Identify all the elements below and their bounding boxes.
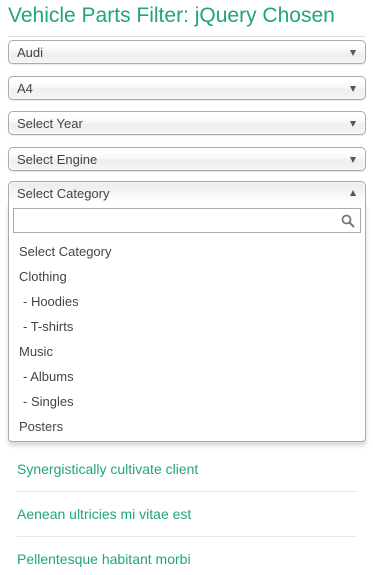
year-select[interactable]: Select Year [8, 111, 366, 135]
page-title: Vehicle Parts Filter: jQuery Chosen [8, 4, 335, 27]
list-item-link[interactable]: Aenean ultricies mi vitae est [17, 506, 191, 522]
chevron-down-icon [350, 86, 356, 92]
chevron-down-icon [350, 121, 356, 127]
model-select-value: A4 [17, 81, 33, 96]
list-divider [17, 491, 357, 492]
list-item-link[interactable]: Synergistically cultivate client [17, 461, 198, 477]
option-posters[interactable]: Posters [9, 414, 365, 439]
make-select-value: Audi [17, 45, 44, 60]
engine-select[interactable]: Select Engine [8, 147, 366, 171]
engine-select-value: Select Engine [17, 152, 98, 167]
option-singles[interactable]: - Singles [9, 389, 365, 414]
category-dropdown: Select Category Clothing - Hoodies - T-s… [8, 203, 366, 442]
title-divider [8, 36, 365, 37]
option-select-category[interactable]: Select Category [9, 239, 365, 264]
option-hoodies[interactable]: - Hoodies [9, 289, 365, 314]
option-clothing[interactable]: Clothing [9, 264, 365, 289]
category-options-list: Select Category Clothing - Hoodies - T-s… [9, 239, 365, 439]
chevron-down-icon [350, 157, 356, 163]
chevron-up-icon [350, 190, 356, 196]
category-select-value: Select Category [17, 186, 110, 201]
option-albums[interactable]: - Albums [9, 364, 365, 389]
category-search-input[interactable] [14, 209, 360, 232]
search-icon [341, 214, 355, 228]
model-select[interactable]: A4 [8, 76, 366, 100]
year-select-value: Select Year [17, 116, 83, 131]
list-divider [17, 536, 357, 537]
option-t-shirts[interactable]: - T-shirts [9, 314, 365, 339]
category-search-box[interactable] [13, 208, 361, 233]
list-item-link[interactable]: Pellentesque habitant morbi [17, 551, 191, 567]
option-music[interactable]: Music [9, 339, 365, 364]
make-select[interactable]: Audi [8, 40, 366, 64]
chevron-down-icon [350, 50, 356, 56]
